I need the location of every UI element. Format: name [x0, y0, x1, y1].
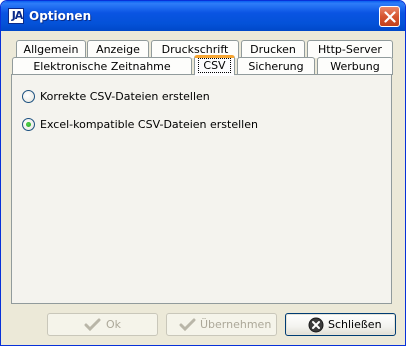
tab-allgemein[interactable]: Allgemein: [16, 40, 86, 58]
tab-drucken[interactable]: Drucken: [241, 40, 305, 58]
csv-options-panel: Korrekte CSV-Dateien erstellen Excel-kom…: [11, 74, 392, 304]
close-label: Schließen: [328, 318, 382, 331]
app-icon: JA: [8, 8, 24, 24]
window-close-button[interactable]: [379, 6, 400, 27]
tab-label: Drucken: [250, 43, 296, 56]
checkmark-icon: [84, 318, 101, 332]
title-bar[interactable]: JA Optionen: [1, 1, 405, 31]
radio-button[interactable]: [22, 118, 35, 131]
ok-label: Ok: [106, 318, 122, 331]
tab-label: Http-Server: [318, 43, 382, 56]
checkmark-icon: [179, 318, 196, 332]
radio-selected-dot: [26, 122, 31, 127]
ok-button[interactable]: Ok: [47, 313, 158, 336]
tab-label: Werbung: [330, 60, 380, 73]
tab-werbung[interactable]: Werbung: [317, 57, 393, 75]
options-dialog: JA Optionen Allgemein Anzeige Druckschri…: [0, 0, 406, 346]
tab-elektronische-zeitnahme[interactable]: Elektronische Zeitnahme: [12, 57, 192, 75]
tab-anzeige[interactable]: Anzeige: [87, 40, 149, 58]
close-circle-icon: [308, 317, 324, 333]
tab-sicherung[interactable]: Sicherung: [237, 57, 315, 75]
radio-button[interactable]: [22, 90, 35, 103]
window-title: Optionen: [29, 9, 92, 23]
app-icon-glyph: JA: [11, 9, 24, 22]
radio-label[interactable]: Excel-kompatible CSV-Dateien erstellen: [40, 118, 258, 131]
tab-csv[interactable]: CSV: [194, 55, 235, 76]
radio-label[interactable]: Korrekte CSV-Dateien erstellen: [40, 90, 210, 103]
apply-button[interactable]: Übernehmen: [166, 313, 277, 336]
tab-label: CSV: [198, 58, 231, 73]
close-icon: [384, 11, 396, 23]
tab-label: Anzeige: [96, 43, 140, 56]
close-button[interactable]: Schließen: [285, 313, 396, 336]
tab-label: Sicherung: [248, 60, 304, 73]
tab-label: Allgemein: [23, 43, 79, 56]
apply-label: Übernehmen: [200, 318, 272, 331]
tab-http-server[interactable]: Http-Server: [307, 40, 393, 58]
tab-label: Elektronische Zeitnahme: [33, 60, 171, 73]
